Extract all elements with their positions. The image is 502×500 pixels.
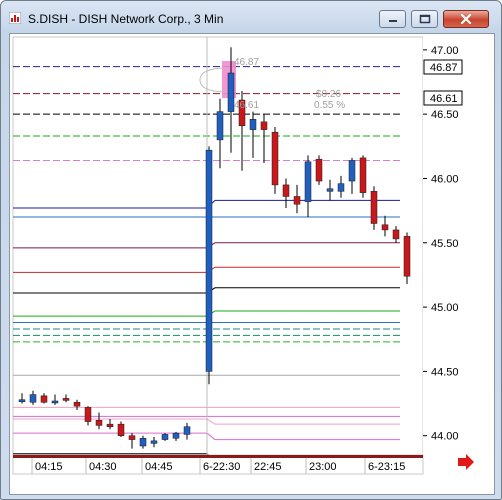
candle — [359, 155, 367, 198]
candle-body — [73, 402, 81, 407]
right-arrow-icon[interactable] — [458, 454, 474, 470]
title-bar[interactable]: S.DISH - DISH Network Corp., 3 Min — [1, 1, 501, 33]
candle-body — [260, 121, 268, 130]
time-axis-label: 6-22:30 — [203, 461, 240, 473]
candle — [205, 146, 213, 385]
time-axis-label: 22:45 — [254, 461, 282, 473]
candle-body — [216, 111, 224, 141]
candle-body — [348, 160, 356, 182]
close-icon — [460, 14, 472, 24]
candle-body — [128, 435, 136, 440]
overlay-change: $0.26 — [316, 89, 341, 100]
candle-body — [183, 426, 191, 435]
candle-body — [293, 196, 301, 205]
candle-body — [161, 434, 169, 440]
candle-body — [106, 423, 114, 427]
candle-body — [150, 440, 158, 444]
candle-body — [337, 183, 345, 192]
candle-body — [359, 157, 367, 193]
candle-body — [84, 407, 92, 422]
price-axis-label: 44.00 — [431, 431, 459, 443]
overlay-change-pct: 0.55 % — [314, 100, 345, 111]
minimize-button[interactable] — [379, 10, 406, 28]
chart-window: S.DISH - DISH Network Corp., 3 Min 46.87… — [0, 0, 502, 500]
candle-body — [249, 119, 257, 130]
candle — [271, 127, 279, 194]
candle-body — [403, 236, 411, 277]
candle-body — [18, 399, 26, 402]
price-axis-label: 46.00 — [431, 173, 459, 185]
last-price-marker-text: 46.61 — [430, 93, 458, 105]
time-axis-label: 04:45 — [145, 461, 173, 473]
price-axis-label: 46.50 — [431, 109, 459, 121]
candlestick-chart[interactable]: 46.87 $0.26 46.61 0.55 % 47.00 46.50 46.00… — [10, 34, 494, 494]
candle-body — [117, 423, 125, 436]
high-price-marker-text: 46.87 — [430, 62, 458, 74]
price-axis-label: 44.50 — [431, 366, 459, 378]
candle — [370, 186, 378, 230]
candle-body — [381, 224, 389, 231]
window-title: S.DISH - DISH Network Corp., 3 Min — [28, 12, 224, 26]
minimize-icon — [388, 20, 397, 22]
candle — [315, 155, 323, 185]
candle-body — [304, 161, 312, 202]
candle-body — [282, 184, 290, 197]
price-axis-label: 47.00 — [431, 45, 459, 57]
maximize-icon — [419, 14, 430, 24]
candle-body — [315, 158, 323, 182]
candle-body — [326, 188, 334, 192]
candle-body — [139, 438, 147, 447]
price-axis-label: 45.50 — [431, 238, 459, 250]
chart-app-icon — [9, 12, 21, 24]
time-axis-label: 04:15 — [35, 461, 63, 473]
time-axis-label: 04:30 — [89, 461, 117, 473]
time-axis-label: 23:00 — [309, 461, 337, 473]
candle-body — [392, 229, 400, 240]
candle-body — [51, 400, 59, 404]
candle — [403, 232, 411, 284]
candle — [161, 433, 169, 441]
time-axis-range-bar — [13, 455, 423, 458]
plot-frame — [12, 36, 424, 456]
time-axis-label: 6-23:15 — [368, 461, 405, 473]
overlay-last: 46.61 — [234, 100, 259, 111]
chart-area[interactable]: 46.87 $0.26 46.61 0.55 % 47.00 46.50 46.00… — [9, 33, 495, 495]
overlay-high: 46.87 — [234, 57, 259, 68]
candle-body — [40, 395, 48, 403]
candle-body — [205, 149, 213, 372]
candle-body — [62, 398, 70, 401]
candle-body — [29, 394, 37, 403]
candle-body — [172, 432, 180, 439]
close-button[interactable] — [443, 10, 489, 28]
candle-body — [370, 191, 378, 224]
candle-body — [271, 131, 279, 186]
price-axis-label: 45.00 — [431, 302, 459, 314]
maximize-button[interactable] — [411, 10, 438, 28]
candle-body — [95, 420, 103, 426]
